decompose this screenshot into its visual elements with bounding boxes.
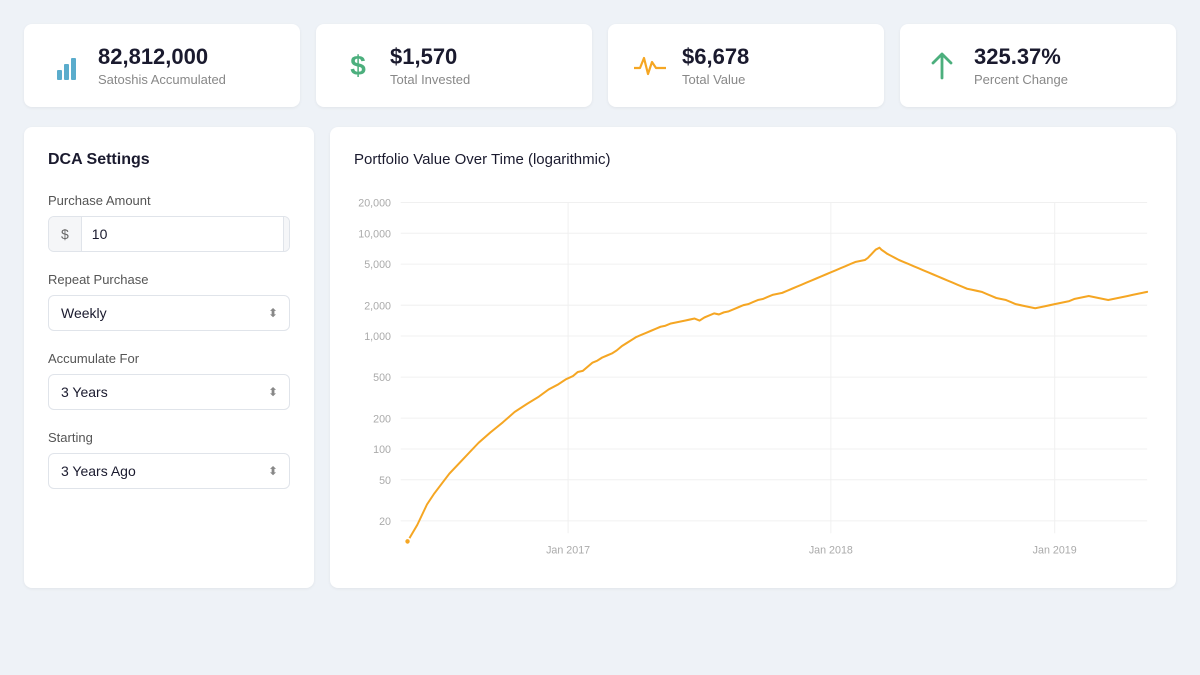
satoshis-card: 82,812,000 Satoshis Accumulated — [24, 24, 300, 107]
dollar-icon: $ — [340, 48, 376, 84]
satoshis-label: Satoshis Accumulated — [98, 72, 226, 87]
accumulate-select-wrapper: 1 Year 2 Years 3 Years 4 Years 5 Years ⬍ — [48, 374, 290, 410]
starting-select-wrapper: 1 Year Ago 2 Years Ago 3 Years Ago 4 Yea… — [48, 453, 290, 489]
repeat-purchase-label: Repeat Purchase — [48, 272, 290, 287]
starting-group: Starting 1 Year Ago 2 Years Ago 3 Years … — [48, 430, 290, 489]
total-value-value: $6,678 — [682, 44, 749, 70]
main-area: DCA Settings Purchase Amount $ .00 Repea… — [24, 127, 1176, 588]
bar-chart-icon — [48, 48, 84, 84]
purchase-prefix: $ — [49, 217, 82, 251]
total-value-card: $6,678 Total Value — [608, 24, 884, 107]
svg-text:100: 100 — [373, 444, 391, 456]
settings-title: DCA Settings — [48, 151, 290, 169]
svg-text:Jan 2018: Jan 2018 — [809, 545, 853, 557]
purchase-amount-field[interactable] — [82, 217, 283, 251]
repeat-purchase-select-wrapper: Daily Weekly Monthly ⬍ — [48, 295, 290, 331]
svg-text:20: 20 — [379, 516, 391, 528]
percent-change-card: 325.37% Percent Change — [900, 24, 1176, 107]
activity-icon — [632, 48, 668, 84]
svg-text:500: 500 — [373, 372, 391, 384]
chart-title: Portfolio Value Over Time (logarithmic) — [354, 151, 1152, 168]
total-value-label: Total Value — [682, 72, 749, 87]
svg-text:20,000: 20,000 — [358, 198, 391, 210]
purchase-suffix: .00 — [283, 217, 290, 251]
invested-value: $1,570 — [390, 44, 470, 70]
svg-text:2,000: 2,000 — [364, 300, 391, 312]
repeat-purchase-select[interactable]: Daily Weekly Monthly — [48, 295, 290, 331]
purchase-amount-input-wrapper: $ .00 — [48, 216, 290, 252]
accumulate-for-label: Accumulate For — [48, 351, 290, 366]
svg-text:5,000: 5,000 — [364, 259, 391, 271]
svg-text:200: 200 — [373, 413, 391, 425]
accumulate-for-group: Accumulate For 1 Year 2 Years 3 Years 4 … — [48, 351, 290, 410]
stat-cards-row: 82,812,000 Satoshis Accumulated $ $1,570… — [24, 24, 1176, 107]
accumulate-for-select[interactable]: 1 Year 2 Years 3 Years 4 Years 5 Years — [48, 374, 290, 410]
settings-panel: DCA Settings Purchase Amount $ .00 Repea… — [24, 127, 314, 588]
percent-change-value: 325.37% — [974, 44, 1068, 70]
invested-card: $ $1,570 Total Invested — [316, 24, 592, 107]
arrow-up-icon — [924, 48, 960, 84]
percent-change-label: Percent Change — [974, 72, 1068, 87]
invested-label: Total Invested — [390, 72, 470, 87]
purchase-amount-label: Purchase Amount — [48, 193, 290, 208]
svg-text:10,000: 10,000 — [358, 229, 391, 241]
purchase-amount-group: Purchase Amount $ .00 — [48, 193, 290, 252]
svg-text:Jan 2019: Jan 2019 — [1033, 545, 1077, 557]
svg-text:1,000: 1,000 — [364, 331, 391, 343]
portfolio-chart: 20,000 10,000 5,000 2,000 1,000 500 200 … — [354, 184, 1152, 564]
chart-container: 20,000 10,000 5,000 2,000 1,000 500 200 … — [354, 184, 1152, 564]
repeat-purchase-group: Repeat Purchase Daily Weekly Monthly ⬍ — [48, 272, 290, 331]
svg-text:Jan 2017: Jan 2017 — [546, 545, 590, 557]
svg-text:50: 50 — [379, 475, 391, 487]
starting-select[interactable]: 1 Year Ago 2 Years Ago 3 Years Ago 4 Yea… — [48, 453, 290, 489]
chart-panel: Portfolio Value Over Time (logarithmic) … — [330, 127, 1176, 588]
satoshis-value: 82,812,000 — [98, 44, 226, 70]
starting-label: Starting — [48, 430, 290, 445]
